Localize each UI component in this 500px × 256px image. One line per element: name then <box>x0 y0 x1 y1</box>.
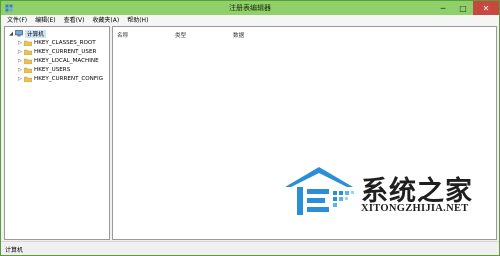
registry-editor-window: 注册表编辑器 ─ □ ✕ 文件(F) 编辑(E) 查看(V) 收藏夹(A) 帮助… <box>0 0 500 256</box>
folder-icon <box>24 67 32 73</box>
expand-arrow-icon[interactable]: ▷ <box>17 38 23 47</box>
tree-item-label: HKEY_CURRENT_CONFIG <box>34 75 104 82</box>
tree-item-label: HKEY_USERS <box>34 66 71 73</box>
tree-item-label: 计算机 <box>25 29 46 38</box>
menu-favorites[interactable]: 收藏夹(A) <box>89 15 122 26</box>
column-header-data[interactable]: 数据 <box>233 31 244 39</box>
column-header-type[interactable]: 类型 <box>175 31 186 39</box>
close-button[interactable]: ✕ <box>473 1 499 15</box>
menu-file[interactable]: 文件(F) <box>4 15 30 26</box>
column-header-name[interactable]: 名称 <box>117 31 128 39</box>
expand-arrow-icon[interactable]: ▷ <box>17 65 23 74</box>
tree-item-label: HKEY_CURRENT_USER <box>34 48 97 55</box>
collapse-arrow-icon[interactable]: ◢ <box>8 29 14 38</box>
tree-item-hkey-current-config[interactable]: ▷ HKEY_CURRENT_CONFIG <box>17 74 103 83</box>
expand-arrow-icon[interactable]: ▷ <box>17 47 23 56</box>
watermark-domain: XITONGZHIJIA.NET <box>361 203 469 214</box>
menu-edit[interactable]: 编辑(E) <box>32 15 58 26</box>
expand-arrow-icon[interactable]: ▷ <box>17 74 23 83</box>
status-bar: 计算机 <box>1 241 499 255</box>
watermark-logo: 系统之家 XITONGZHIJIA.NET <box>283 163 483 223</box>
status-path: 计算机 <box>5 247 24 254</box>
tree-item-label: HKEY_CLASSES_ROOT <box>34 39 96 46</box>
folder-icon <box>24 40 32 46</box>
tree-item-hkey-local-machine[interactable]: ▷ HKEY_LOCAL_MACHINE <box>17 56 99 65</box>
folder-icon <box>24 76 32 82</box>
minimize-button[interactable]: ─ <box>433 1 453 15</box>
tree-item-hkey-current-user[interactable]: ▷ HKEY_CURRENT_USER <box>17 47 96 56</box>
computer-icon <box>15 30 23 37</box>
menu-help[interactable]: 帮助(H) <box>124 15 151 26</box>
registry-tree-pane[interactable]: ◢ 计算机 ▷ HKEY_CLASSES_ROOT ▷ HKEY_CURRENT… <box>4 26 110 240</box>
house-logo-icon <box>285 167 354 215</box>
title-bar[interactable]: 注册表编辑器 ─ □ ✕ <box>1 1 499 15</box>
tree-item-hkey-classes-root[interactable]: ▷ HKEY_CLASSES_ROOT <box>17 38 96 47</box>
window-title: 注册表编辑器 <box>229 4 271 12</box>
folder-icon <box>24 58 32 64</box>
tree-item-computer[interactable]: ◢ 计算机 <box>8 29 46 38</box>
tree-item-label: HKEY_LOCAL_MACHINE <box>34 57 99 64</box>
folder-icon <box>24 49 32 55</box>
menu-view[interactable]: 查看(V) <box>61 15 88 26</box>
menu-bar: 文件(F) 编辑(E) 查看(V) 收藏夹(A) 帮助(H) <box>1 15 499 26</box>
tree-item-hkey-users[interactable]: ▷ HKEY_USERS <box>17 65 70 74</box>
expand-arrow-icon[interactable]: ▷ <box>17 56 23 65</box>
maximize-button[interactable]: □ <box>453 1 473 15</box>
